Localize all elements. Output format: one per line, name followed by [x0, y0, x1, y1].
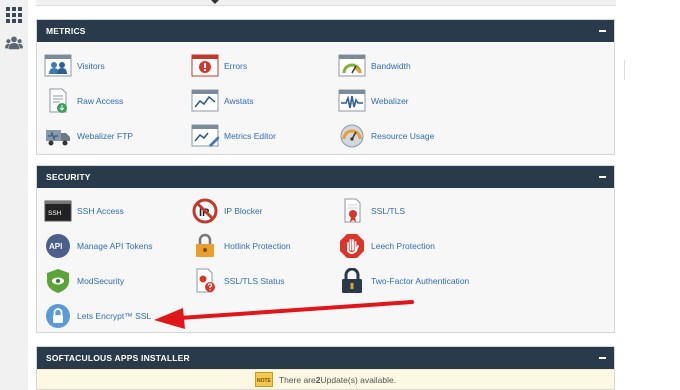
- certificate-status-icon: [196, 268, 215, 293]
- page-edge: [624, 60, 625, 80]
- main-content: METRICS Visitors Errors Bandwidth Raw Ac…: [28, 0, 680, 390]
- webalizer-icon: [338, 89, 366, 112]
- softaculous-panel-header[interactable]: SOFTACULOUS APPS INSTALLER: [37, 347, 614, 369]
- raw-access-link[interactable]: Raw Access: [44, 87, 123, 115]
- api-icon-text: API: [49, 242, 62, 251]
- metrics-title: METRICS: [46, 26, 86, 36]
- resource-usage-label: Resource Usage: [371, 131, 435, 141]
- modsecurity-label: ModSecurity: [77, 276, 125, 286]
- leech-protection-label: Leech Protection: [371, 241, 435, 251]
- softaculous-panel: SOFTACULOUS APPS INSTALLER NOTE There ar…: [36, 346, 615, 390]
- webalizer-ftp-icon: [46, 130, 70, 146]
- api-icon: API: [46, 234, 70, 258]
- errors-link[interactable]: Errors: [191, 52, 247, 80]
- note-badge-icon: NOTE: [254, 372, 273, 387]
- bandwidth-link[interactable]: Bandwidth: [338, 52, 411, 80]
- security-panel-header[interactable]: SECURITY: [37, 166, 614, 188]
- previous-panel-bottom: [36, 0, 616, 6]
- lets-encrypt-ssl-label: Lets Encrypt™ SSL: [77, 311, 152, 321]
- raw-access-label: Raw Access: [77, 96, 124, 106]
- ip-blocker-label: IP Blocker: [224, 206, 263, 216]
- padlock-icon: [342, 268, 362, 293]
- certificate-icon: [344, 198, 361, 223]
- bandwidth-label: Bandwidth: [371, 61, 411, 71]
- ssh-access-label: SSH Access: [77, 206, 124, 216]
- visitors-label: Visitors: [77, 61, 105, 71]
- visitors-link[interactable]: Visitors: [44, 52, 105, 80]
- ssh-access-link[interactable]: SSH SSH Access: [44, 197, 124, 225]
- security-title: SECURITY: [46, 172, 91, 182]
- updates-notice: NOTE There are 2 Update(s) available.: [37, 369, 614, 389]
- grid-icon[interactable]: [5, 6, 23, 24]
- security-panel: SECURITY SSH SSH Access IP IP Blocker SS…: [36, 165, 615, 333]
- stop-hand-icon: [340, 234, 364, 258]
- ssh-icon-text: SSH: [48, 210, 62, 217]
- manage-api-tokens-link[interactable]: API Manage API Tokens: [44, 232, 152, 260]
- ip-blocker-icon: IP: [192, 198, 218, 224]
- ssl-tls-label: SSL/TLS: [371, 206, 406, 216]
- manage-api-tokens-label: Manage API Tokens: [77, 241, 153, 251]
- leech-protection-link[interactable]: Leech Protection: [338, 232, 435, 260]
- webalizer-ftp-link[interactable]: Webalizer FTP: [44, 122, 133, 150]
- metrics-editor-label: Metrics Editor: [224, 131, 276, 141]
- awstats-link[interactable]: Awstats: [191, 87, 254, 115]
- two-factor-authentication-link[interactable]: Two-Factor Authentication: [338, 267, 469, 295]
- ip-blocker-link[interactable]: IP IP Blocker: [191, 197, 263, 225]
- notice-pre: There are: [278, 374, 316, 385]
- metrics-panel-header[interactable]: METRICS: [37, 20, 614, 42]
- left-sidebar: [0, 0, 28, 390]
- resource-usage-icon: [340, 124, 364, 148]
- users-icon[interactable]: [5, 34, 23, 52]
- lets-encrypt-icon: [46, 304, 70, 328]
- notice-post: Update(s) available.: [320, 374, 397, 385]
- awstats-icon: [191, 89, 219, 112]
- hotlink-protection-label: Hotlink Protection: [224, 241, 291, 251]
- metrics-panel: METRICS Visitors Errors Bandwidth Raw Ac…: [36, 19, 615, 155]
- visitors-icon: [44, 54, 72, 77]
- bandwidth-icon: [338, 54, 366, 77]
- metrics-editor-link[interactable]: Metrics Editor: [191, 122, 276, 150]
- resource-usage-link[interactable]: Resource Usage: [338, 122, 434, 150]
- softaculous-title: SOFTACULOUS APPS INSTALLER: [46, 353, 190, 363]
- ssl-tls-status-link[interactable]: SSL/TLS Status: [191, 267, 284, 295]
- modsecurity-link[interactable]: ModSecurity: [44, 267, 124, 295]
- terminal-icon: SSH: [44, 200, 72, 222]
- errors-label: Errors: [224, 61, 248, 71]
- lock-icon: [196, 233, 214, 257]
- ssl-tls-link[interactable]: SSL/TLS: [338, 197, 405, 225]
- webalizer-ftp-label: Webalizer FTP: [77, 131, 134, 141]
- ssl-tls-status-label: SSL/TLS Status: [224, 276, 285, 286]
- raw-access-icon: [49, 88, 67, 113]
- hotlink-protection-link[interactable]: Hotlink Protection: [191, 232, 291, 260]
- metrics-editor-icon: [191, 124, 219, 147]
- lets-encrypt-ssl-link[interactable]: Lets Encrypt™ SSL: [44, 302, 151, 330]
- webalizer-link[interactable]: Webalizer: [338, 87, 409, 115]
- two-factor-authentication-label: Two-Factor Authentication: [371, 276, 470, 286]
- awstats-label: Awstats: [224, 96, 254, 106]
- webalizer-label: Webalizer: [371, 96, 409, 106]
- caret-icon: [211, 0, 219, 4]
- shield-icon: [47, 269, 69, 293]
- errors-icon: [191, 54, 219, 77]
- note-badge-text: NOTE: [257, 378, 272, 384]
